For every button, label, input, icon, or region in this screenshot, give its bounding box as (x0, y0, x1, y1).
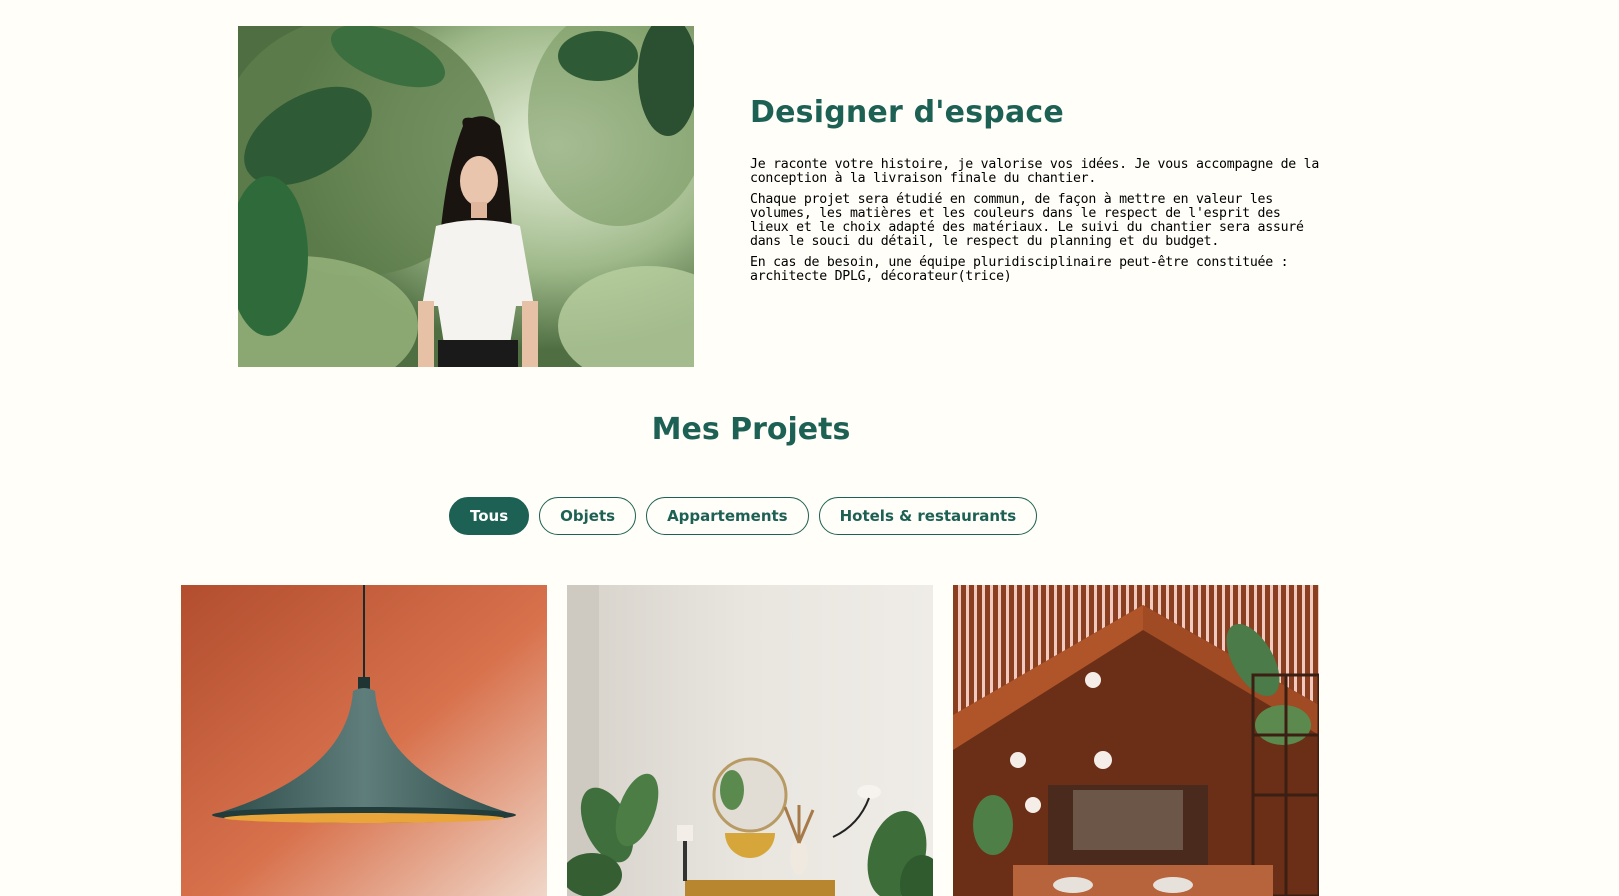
filter-all-button[interactable]: Tous (449, 497, 530, 535)
lamp-image (181, 585, 547, 896)
apartment-image (567, 585, 933, 896)
about-section: Designer d'espace Je raconte votre histo… (750, 95, 1325, 291)
filter-objects-button[interactable]: Objets (539, 497, 637, 535)
filter-apartments-button[interactable]: Appartements (646, 497, 809, 535)
project-gallery (181, 585, 1319, 896)
about-paragraph: En cas de besoin, une équipe pluridiscip… (750, 255, 1289, 284)
project-card-restaurant[interactable] (953, 585, 1319, 896)
about-paragraph: Je raconte votre histoire, je valorise v… (750, 157, 1320, 186)
project-filters: Tous Objets Appartements Hotels & restau… (449, 497, 1038, 535)
restaurant-image (953, 585, 1319, 896)
project-card-lamp[interactable] (181, 585, 547, 896)
project-card-apartment[interactable] (567, 585, 933, 896)
portrait-photo (238, 26, 694, 367)
about-paragraph: Chaque projet sera étudié en commun, de … (750, 192, 1304, 249)
filter-hotels-button[interactable]: Hotels & restaurants (818, 497, 1038, 535)
projects-title: Mes Projets (651, 412, 851, 447)
about-title: Designer d'espace (750, 95, 1064, 130)
